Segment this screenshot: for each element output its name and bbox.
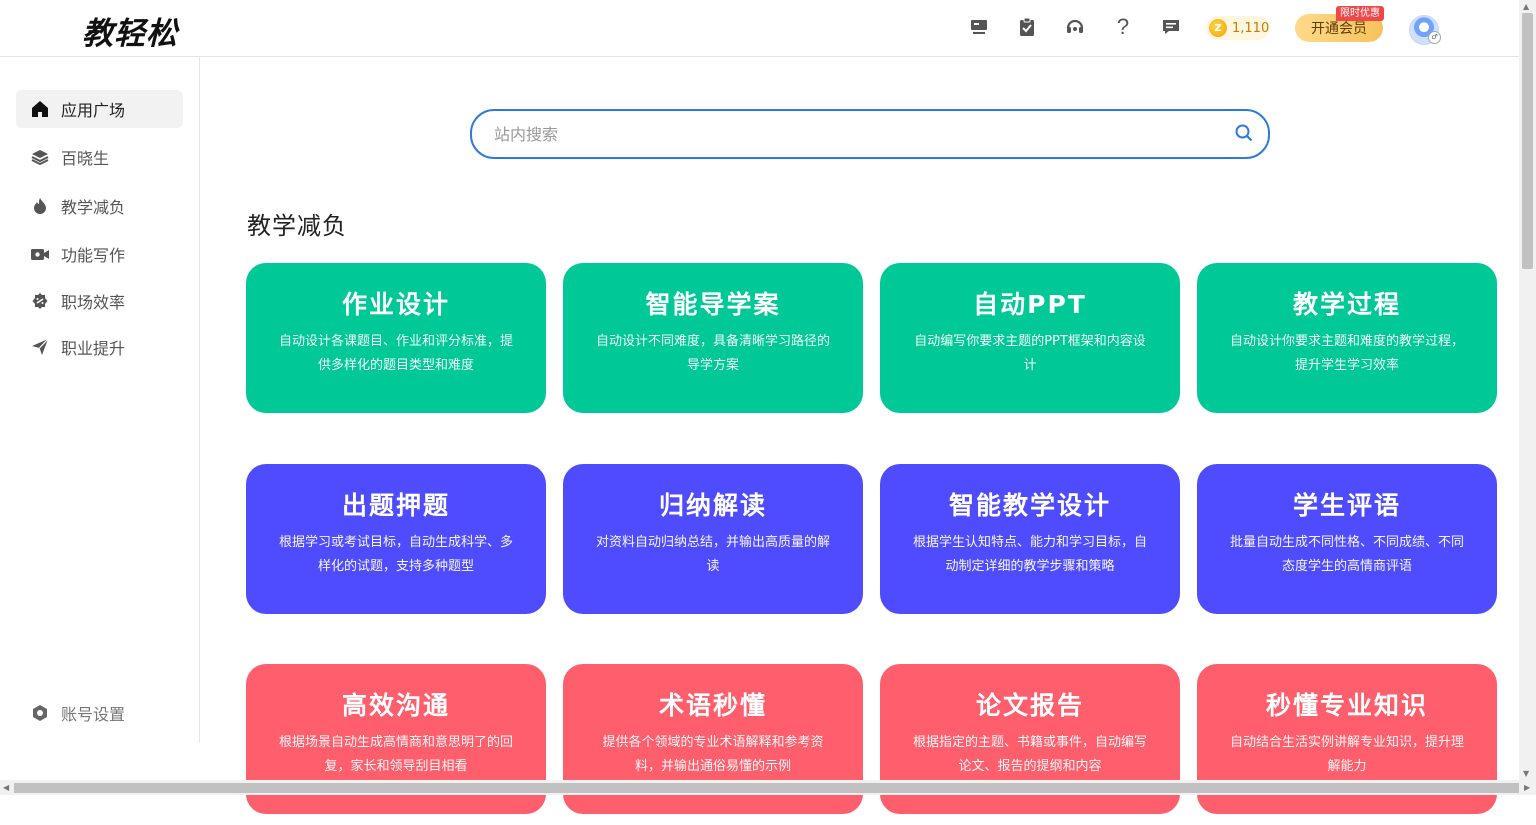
card-description: 自动编写你要求主题的PPT框架和内容设计	[914, 334, 1146, 373]
sidebar-item-baixiaosheng[interactable]: 百晓生	[16, 138, 183, 176]
camera-icon	[30, 244, 50, 264]
monitor-icon[interactable]	[968, 16, 990, 38]
scroll-right-icon[interactable]: ▶	[1524, 783, 1530, 792]
sidebar-item-writing[interactable]: 功能写作	[16, 235, 183, 273]
fire-icon	[30, 196, 50, 216]
card-title: 自动PPT	[973, 290, 1087, 319]
coin-count: 1,110	[1232, 20, 1270, 36]
app-card-teaching-design[interactable]: 智能教学设计 根据学生认知特点、能力和学习目标，自动制定详细的教学步骤和策略	[880, 464, 1180, 614]
card-description: 自动设计各课题目、作业和评分标准，提供多样化的题目类型和难度	[278, 334, 513, 373]
card-title: 论文报告	[975, 691, 1084, 720]
app-card-summary[interactable]: 归纳解读 对资料自动归纳总结，并输出高质量的解读	[563, 464, 863, 614]
message-icon[interactable]	[1160, 16, 1182, 38]
sidebar-item-label: 功能写作	[61, 246, 126, 265]
search-bar	[470, 109, 1270, 159]
search-icon[interactable]	[1234, 123, 1254, 143]
sidebar-item-teaching-relief[interactable]: 教学减负	[16, 187, 183, 225]
card-description: 根据场景自动生成高情商和意思明了的回复，家长和领导刮目相看	[278, 735, 513, 774]
badge-icon	[30, 291, 50, 311]
card-title: 教学过程	[1292, 290, 1401, 319]
sidebar-item-workplace-efficiency[interactable]: 职场效率	[16, 282, 183, 320]
sidebar-item-label: 职业提升	[61, 339, 126, 358]
layers-icon	[30, 147, 50, 167]
sidebar: 应用广场 百晓生 教学减负 功能写作 职场效率 职业提升 账号设置	[0, 57, 200, 743]
send-icon	[30, 337, 50, 357]
card-title: 归纳解读	[658, 491, 767, 520]
card-description: 对资料自动归纳总结，并输出高质量的解读	[595, 535, 830, 574]
scroll-up-icon[interactable]: ▲	[1523, 2, 1529, 11]
logo[interactable]: 教轻松	[82, 8, 178, 53]
sidebar-item-account-settings[interactable]: 账号设置	[16, 694, 183, 732]
card-description: 根据学习或考试目标，自动生成科学、多样化的试题，支持多种题型	[278, 535, 513, 574]
section-title: 教学减负	[247, 212, 347, 240]
vip-promo-badge: 限时优惠	[1336, 6, 1384, 21]
app-card-smart-study-plan[interactable]: 智能导学案 自动设计不同难度，具备清晰学习路径的导学方案	[563, 263, 863, 413]
help-icon[interactable]: ?	[1112, 14, 1134, 39]
app-card-teaching-process[interactable]: 教学过程 自动设计你要求主题和难度的教学过程，提升学生学习效率	[1197, 263, 1497, 413]
scroll-left-icon[interactable]: ◀	[3, 783, 9, 792]
search-input[interactable]	[492, 123, 1216, 145]
card-title: 术语秒懂	[658, 691, 767, 720]
sidebar-item-label: 教学减负	[61, 198, 126, 217]
card-description: 根据指定的主题、书籍或事件，自动编写论文、报告的提纲和内容	[912, 735, 1147, 774]
home-icon	[30, 99, 50, 119]
horizontal-scrollbar-thumb[interactable]	[14, 783, 1519, 793]
card-title: 作业设计	[341, 290, 450, 319]
card-title: 高效沟通	[341, 691, 450, 720]
card-description: 自动设计不同难度，具备清晰学习路径的导学方案	[595, 334, 830, 373]
clipboard-icon[interactable]	[1016, 16, 1038, 38]
headset-icon[interactable]	[1064, 16, 1086, 38]
app-card-exam-questions[interactable]: 出题押题 根据学习或考试目标，自动生成科学、多样化的试题，支持多种题型	[246, 464, 546, 614]
card-description: 自动设计你要求主题和难度的教学过程，提升学生学习效率	[1229, 334, 1464, 373]
card-description: 自动结合生活实例讲解专业知识，提升理解能力	[1229, 735, 1464, 774]
settings-icon	[30, 703, 50, 723]
card-title: 智能导学案	[645, 290, 781, 319]
card-title: 学生评语	[1292, 491, 1401, 520]
sidebar-item-label: 职场效率	[61, 293, 126, 312]
sidebar-item-label: 账号设置	[61, 705, 126, 724]
card-title: 智能教学设计	[948, 491, 1111, 520]
sidebar-item-label: 百晓生	[61, 149, 110, 168]
coin-balance[interactable]: Z 1,110	[1206, 16, 1270, 40]
app-card-auto-ppt[interactable]: 自动PPT 自动编写你要求主题的PPT框架和内容设计	[880, 263, 1180, 413]
card-title: 出题押题	[341, 491, 450, 520]
coin-icon: Z	[1209, 19, 1227, 37]
sidebar-item-label: 应用广场	[61, 101, 126, 120]
card-description: 根据学生认知特点、能力和学习目标，自动制定详细的教学步骤和策略	[912, 535, 1147, 574]
card-description: 提供各个领域的专业术语解释和参考资料，并输出通俗易懂的示例	[602, 735, 824, 774]
app-card-homework-design[interactable]: 作业设计 自动设计各课题目、作业和评分标准，提供多样化的题目类型和难度	[246, 263, 546, 413]
sidebar-item-app-square[interactable]: 应用广场	[16, 90, 183, 128]
card-title: 秒懂专业知识	[1265, 691, 1428, 720]
sidebar-item-career[interactable]: 职业提升	[16, 328, 183, 366]
scroll-down-icon[interactable]: ▼	[1523, 769, 1529, 778]
gender-icon: ♂	[1428, 31, 1441, 44]
vertical-scrollbar-thumb[interactable]	[1522, 13, 1533, 269]
card-description: 批量自动生成不同性格、不同成绩、不同态度学生的高情商评语	[1229, 535, 1464, 574]
top-header: 教轻松 ? Z 1,110 开通会员 限时优惠 ♂	[0, 0, 1519, 57]
app-card-student-comments[interactable]: 学生评语 批量自动生成不同性格、不同成绩、不同态度学生的高情商评语	[1197, 464, 1497, 614]
